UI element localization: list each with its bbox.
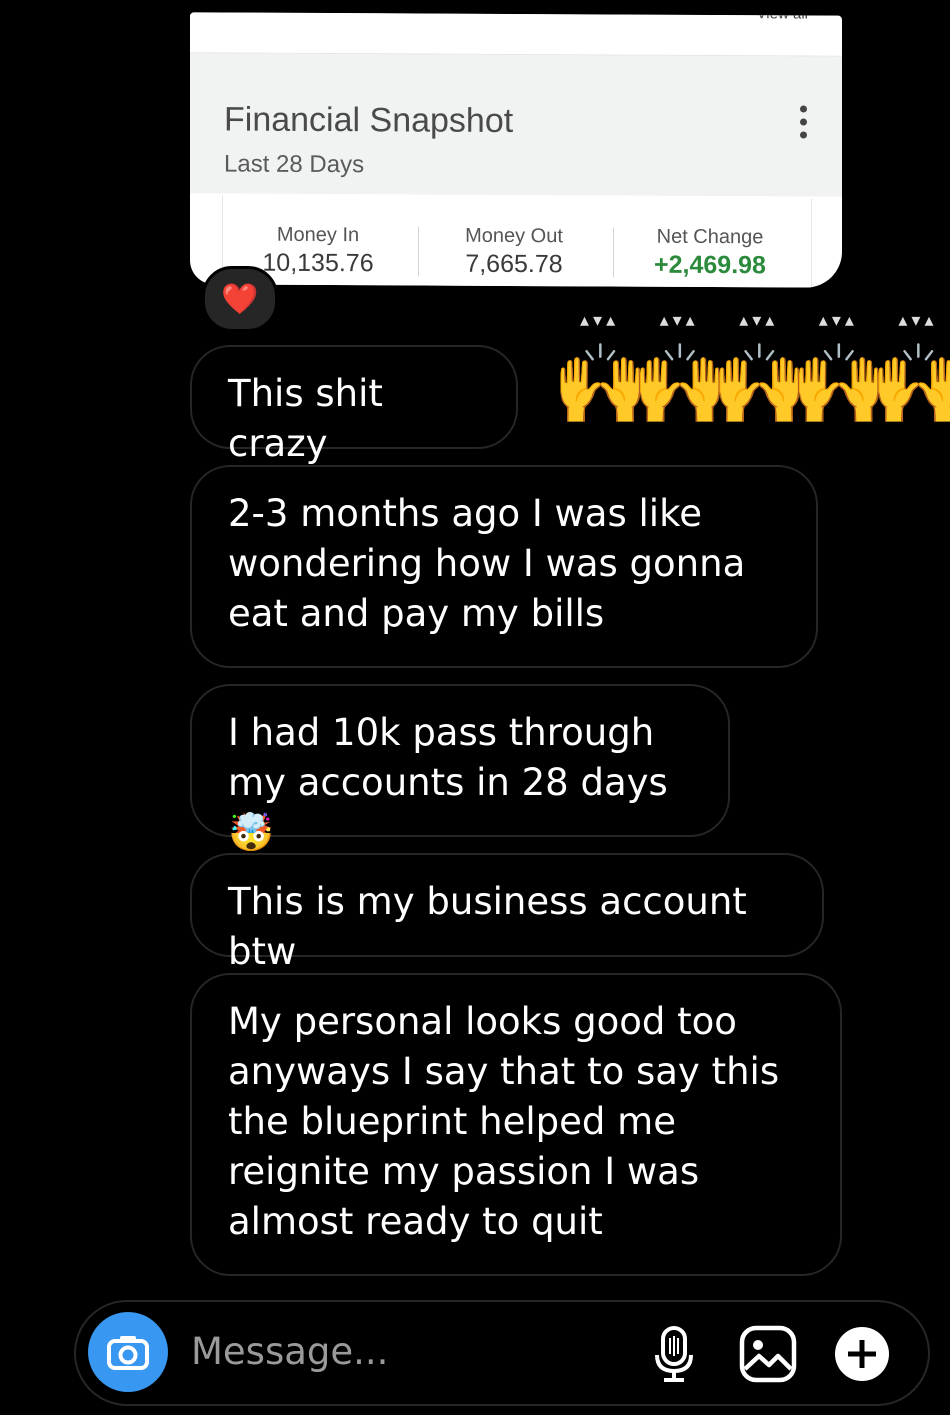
message-bubble[interactable]: I had 10k pass through my accounts in 28… bbox=[190, 684, 730, 854]
message-text: This shit crazy bbox=[228, 372, 383, 465]
raised-hands-emoji: ▴▾▴ 🙌 bbox=[711, 310, 809, 430]
net-change-label: Net Change bbox=[656, 225, 764, 249]
message-bubble[interactable]: My personal looks good too anyways I say… bbox=[190, 973, 842, 1276]
raised-hands-emoji-row: ▴▾▴ 🙌 ▴▾▴ 🙌 ▴▾▴ 🙌 ▴▾▴ 🙌 ▴▾▴ 🙌 bbox=[552, 310, 950, 440]
view-all-link: View all bbox=[756, 12, 808, 23]
message-text: My personal looks good too anyways I say… bbox=[228, 1000, 780, 1243]
financial-snapshot-image[interactable]: View all Financial Snapshot Last 28 Days… bbox=[190, 12, 842, 288]
snapshot-subtitle: Last 28 Days bbox=[224, 150, 365, 179]
raised-hands-emoji: ▴▾▴ 🙌 bbox=[870, 310, 950, 430]
money-out-stat: Money Out 7,665.78 bbox=[419, 224, 609, 279]
gallery-button[interactable] bbox=[738, 1324, 798, 1384]
net-change-value: +2,469.98 bbox=[654, 250, 766, 280]
gallery-icon bbox=[739, 1325, 797, 1383]
microphone-button[interactable] bbox=[644, 1324, 704, 1384]
message-text: This is my business account btw bbox=[228, 880, 747, 973]
money-out-label: Money Out bbox=[465, 224, 563, 248]
heart-icon: ❤️ bbox=[221, 281, 259, 317]
microphone-icon bbox=[655, 1326, 693, 1382]
plus-icon bbox=[835, 1327, 889, 1381]
add-button[interactable] bbox=[832, 1324, 892, 1384]
message-text: I had 10k pass through my accounts in 28… bbox=[228, 711, 668, 854]
message-bubble[interactable]: This shit crazy bbox=[190, 345, 518, 465]
snapshot-title: Financial Snapshot bbox=[224, 100, 514, 140]
more-options-icon bbox=[798, 105, 808, 145]
raised-hands-emoji: ▴▾▴ 🙌 bbox=[552, 310, 650, 430]
snapshot-stats: Money In 10,135.76 Money Out 7,665.78 Ne… bbox=[222, 195, 812, 288]
raised-hands-emoji: ▴▾▴ 🙌 bbox=[631, 310, 729, 430]
camera-icon bbox=[107, 1336, 149, 1370]
money-in-label: Money In bbox=[276, 223, 360, 247]
message-input[interactable]: Message... bbox=[191, 1330, 388, 1373]
raised-hands-emoji: ▴▾▴ 🙌 bbox=[790, 310, 888, 430]
net-change-stat: Net Change +2,469.98 bbox=[615, 226, 805, 281]
message-bubble[interactable]: This is my business account btw bbox=[190, 853, 824, 973]
stat-divider bbox=[613, 227, 614, 278]
money-out-value: 7,665.78 bbox=[465, 249, 563, 279]
card-top-bar: View all bbox=[190, 12, 842, 57]
message-bubble[interactable]: 2-3 months ago I was like wondering how … bbox=[190, 465, 818, 668]
camera-button[interactable] bbox=[88, 1312, 168, 1392]
message-composer: Message... bbox=[74, 1300, 930, 1406]
message-text: 2-3 months ago I was like wondering how … bbox=[228, 492, 746, 635]
heart-reaction[interactable]: ❤️ bbox=[202, 266, 278, 332]
